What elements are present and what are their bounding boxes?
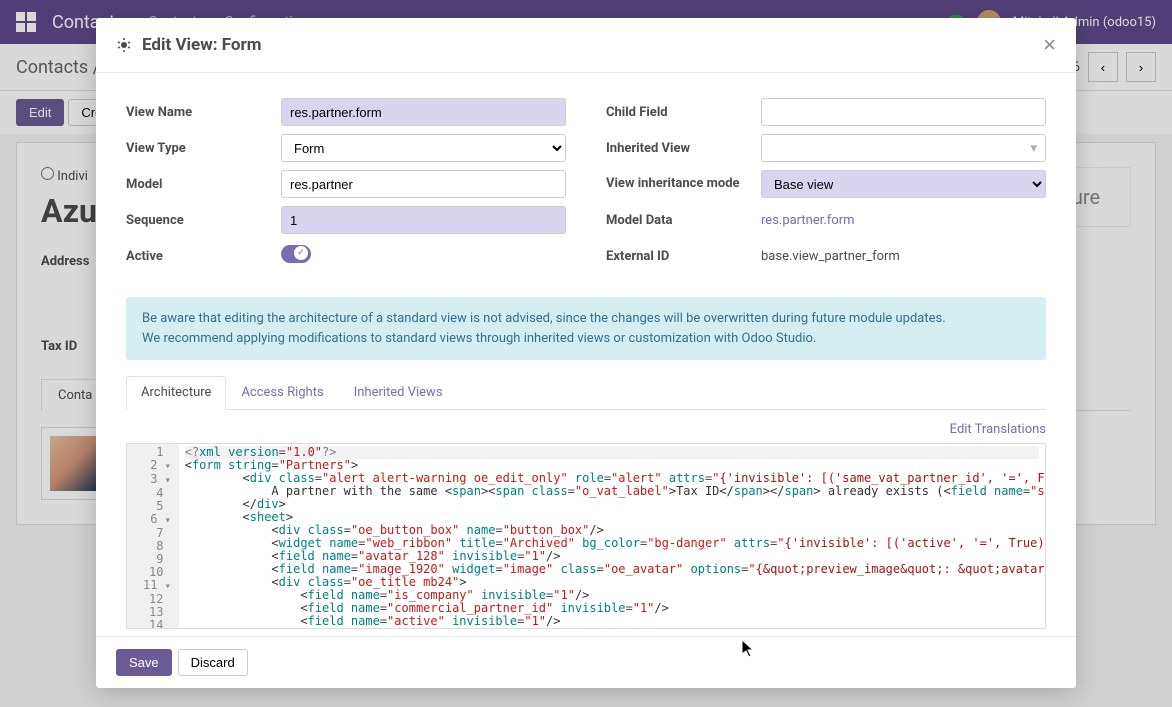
edit-translations-link[interactable]: Edit Translations bbox=[950, 422, 1046, 437]
modal-body: View Name View Type Form Model Sequence bbox=[96, 73, 1076, 636]
select-inheritance-mode[interactable]: Base view bbox=[761, 170, 1046, 198]
label-active: Active bbox=[126, 249, 281, 264]
tabs: Architecture Access Rights Inherited Vie… bbox=[126, 376, 1046, 410]
input-sequence[interactable] bbox=[281, 206, 566, 234]
code-content[interactable]: <?xml version="1.0"?> <form string="Part… bbox=[179, 444, 1045, 628]
label-child-field: Child Field bbox=[606, 105, 761, 120]
value-model-data[interactable]: res.partner.form bbox=[761, 213, 855, 228]
value-external-id: base.view_partner_form bbox=[761, 249, 900, 264]
gutter: 1 2 ▾3 ▾4 5 6 ▾7 8 9 10 11 ▾12 13 14 bbox=[127, 444, 179, 628]
save-button[interactable]: Save bbox=[116, 649, 172, 676]
input-inherited-view[interactable]: ▾ bbox=[761, 134, 1046, 162]
label-view-name: View Name bbox=[126, 105, 281, 120]
modal-footer: Save Discard bbox=[96, 636, 1076, 688]
tab-access-rights[interactable]: Access Rights bbox=[226, 376, 338, 409]
alert-info: Be aware that editing the architecture o… bbox=[126, 297, 1046, 360]
label-view-type: View Type bbox=[126, 141, 281, 156]
input-child-field[interactable] bbox=[761, 98, 1046, 126]
toggle-active[interactable] bbox=[281, 245, 311, 263]
input-view-name[interactable] bbox=[281, 98, 566, 126]
close-button[interactable]: × bbox=[1043, 32, 1056, 58]
tab-inherited-views[interactable]: Inherited Views bbox=[339, 376, 458, 409]
modal-header: Edit View: Form × bbox=[96, 18, 1076, 73]
bug-icon bbox=[116, 37, 132, 53]
label-inherited-view: Inherited View bbox=[606, 141, 761, 156]
label-inheritance-mode: View inheritance mode bbox=[606, 176, 761, 192]
label-external-id: External ID bbox=[606, 249, 761, 264]
label-model: Model bbox=[126, 177, 281, 192]
modal-dialog: Edit View: Form × View Name View Type Fo… bbox=[96, 18, 1076, 688]
modal-title: Edit View: Form bbox=[142, 35, 1033, 55]
input-model[interactable] bbox=[281, 170, 566, 198]
discard-button[interactable]: Discard bbox=[178, 649, 248, 676]
code-editor[interactable]: 1 2 ▾3 ▾4 5 6 ▾7 8 9 10 11 ▾12 13 14 <?x… bbox=[126, 443, 1046, 629]
label-model-data: Model Data bbox=[606, 213, 761, 228]
tab-architecture[interactable]: Architecture bbox=[126, 376, 226, 410]
modal-backdrop: Edit View: Form × View Name View Type Fo… bbox=[0, 0, 1172, 707]
select-view-type[interactable]: Form bbox=[281, 134, 566, 162]
label-sequence: Sequence bbox=[126, 213, 281, 228]
